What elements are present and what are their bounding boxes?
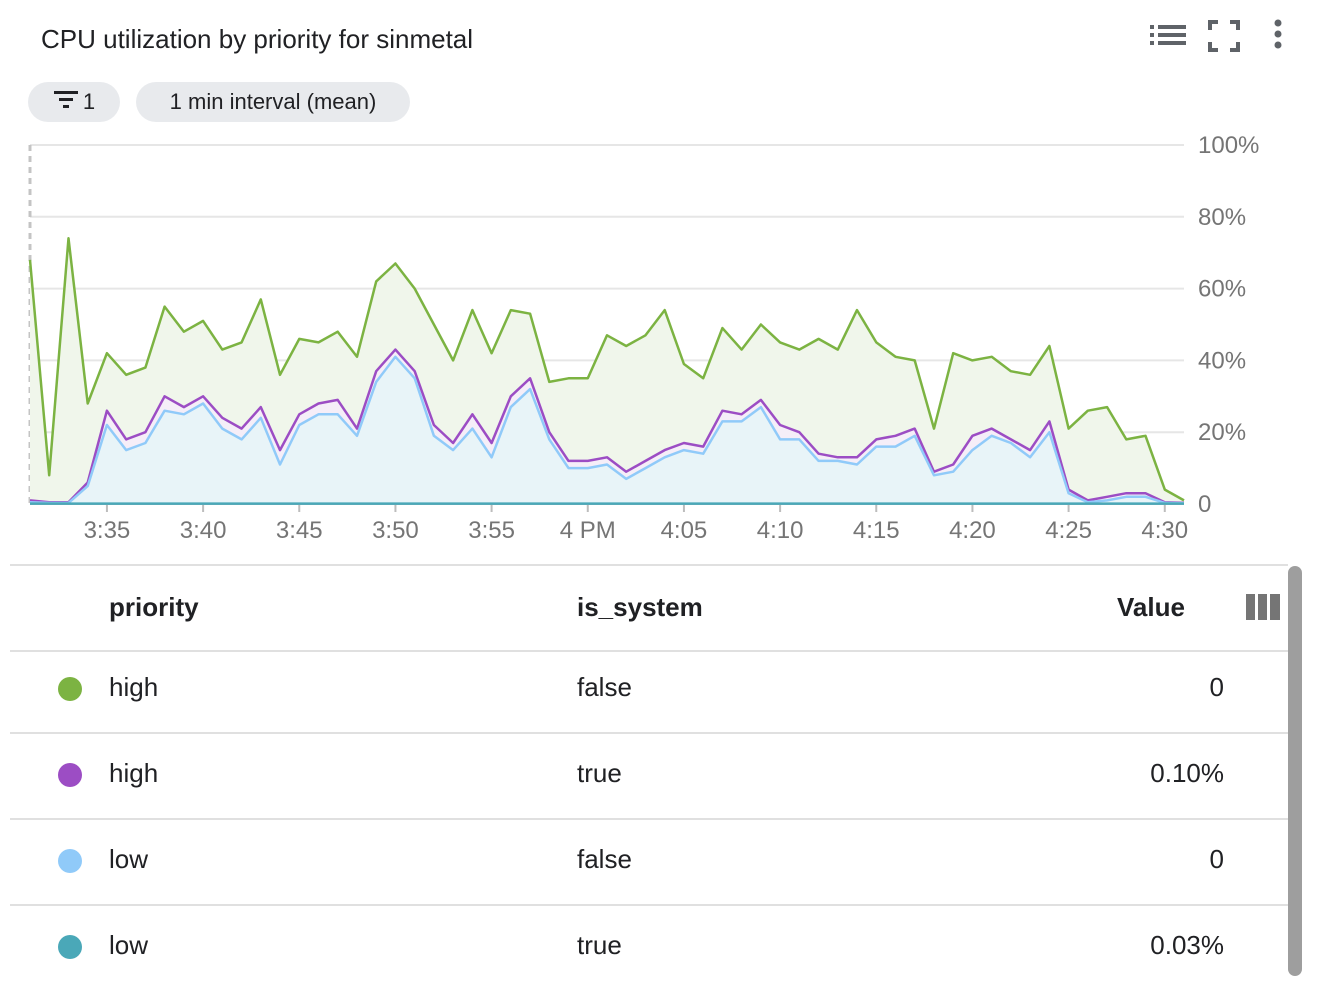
column-header-is-system[interactable]: is_system [577,592,703,623]
column-header-value[interactable]: Value [1117,592,1185,623]
cpu-utilization-chart: 100% 80% 60% 40% 20% 0 3:35 3:40 3:45 3:50 3:55 4 P… [28,132,1259,544]
series-color-dot [58,935,82,959]
x-tick-label: 4:15 [853,517,900,544]
x-tick-label: 3:40 [180,517,227,544]
table-row[interactable]: low false 0 [10,820,1288,904]
y-tick-label: 60% [1198,276,1246,303]
table-divider [10,564,1288,566]
fullscreen-icon[interactable] [1202,14,1246,58]
x-tick-label: 4:30 [1141,517,1188,544]
x-tick-label: 4:10 [757,517,804,544]
table-row[interactable]: high true 0.10% [10,734,1288,818]
filter-icon [53,89,79,115]
table-row[interactable]: low true 0.03% [10,906,1288,990]
x-tick-label: 3:50 [372,517,419,544]
is-system-cell: true [577,930,622,960]
filter-count: 1 [82,89,96,114]
y-tick-label: 0 [1198,491,1211,518]
series-color-dot [58,849,82,873]
is-system-cell: false [577,844,632,874]
value-cell: 0.10% [1150,758,1224,788]
x-tick-label: 3:45 [276,517,323,544]
priority-cell: high [109,758,159,788]
priority-cell: low [109,844,149,874]
is-system-cell: false [577,672,632,702]
column-picker-icon[interactable] [1246,594,1280,620]
y-tick-label: 40% [1198,347,1246,374]
more-options-icon[interactable] [1256,14,1300,58]
interval-chip[interactable]: 1 min interval (mean) [136,82,410,122]
series-color-dot [58,677,82,701]
legend-toggle-icon[interactable] [1146,14,1190,58]
table-scrollbar[interactable] [1288,566,1302,976]
x-tick-label: 4:25 [1045,517,1092,544]
is-system-cell: true [577,758,622,788]
x-tick-label: 4:20 [949,517,996,544]
value-cell: 0 [1209,844,1224,874]
y-tick-label: 20% [1198,419,1246,446]
priority-cell: high [109,672,159,702]
x-tick-label: 4:05 [661,517,708,544]
x-tick-label: 3:35 [84,517,131,544]
priority-cell: low [109,930,149,960]
value-cell: 0 [1209,672,1224,702]
y-tick-label: 80% [1198,204,1246,231]
table-row[interactable]: high false 0 [10,648,1288,732]
x-tick-label: 3:55 [468,517,515,544]
chart-title: CPU utilization by priority for sinmetal [41,24,474,54]
series-color-dot [58,763,82,787]
column-header-priority[interactable]: priority [109,592,199,623]
y-tick-label: 100% [1198,132,1259,159]
x-tick-label: 4 PM [560,517,616,544]
value-cell: 0.03% [1150,930,1224,960]
filter-chip[interactable]: 1 [28,82,120,122]
